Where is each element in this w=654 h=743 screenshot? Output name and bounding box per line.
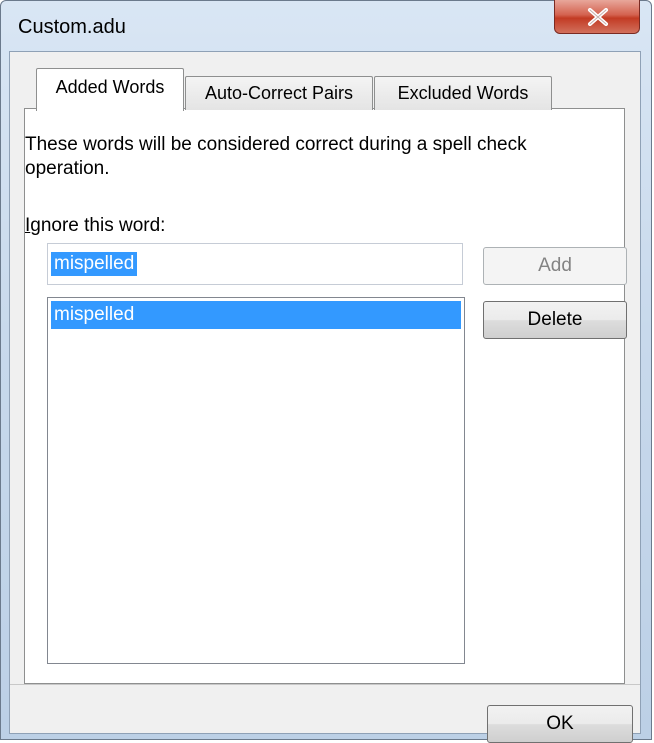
window-title: Custom.adu bbox=[18, 16, 126, 38]
added-words-list[interactable]: mispelled bbox=[47, 297, 465, 664]
ignore-word-input-value: mispelled bbox=[51, 252, 138, 276]
delete-button[interactable]: Delete bbox=[483, 301, 627, 339]
ignore-word-input[interactable]: mispelled bbox=[47, 243, 463, 285]
ok-button[interactable]: OK bbox=[487, 705, 633, 743]
description-text: These words will be considered correct d… bbox=[25, 134, 527, 179]
close-icon bbox=[588, 8, 608, 26]
add-button[interactable]: Add bbox=[483, 247, 627, 285]
tab-excluded-words[interactable]: Excluded Words bbox=[374, 76, 552, 110]
footer-divider bbox=[10, 684, 640, 685]
ignore-word-label: Ignore this word: bbox=[25, 215, 165, 237]
tab-auto-correct-pairs[interactable]: Auto-Correct Pairs bbox=[185, 76, 373, 110]
tab-added-words[interactable]: Added Words bbox=[36, 68, 184, 111]
list-item[interactable]: mispelled bbox=[51, 301, 461, 329]
close-button[interactable] bbox=[554, 0, 640, 34]
ignore-label-text: gnore this word: bbox=[30, 215, 166, 236]
